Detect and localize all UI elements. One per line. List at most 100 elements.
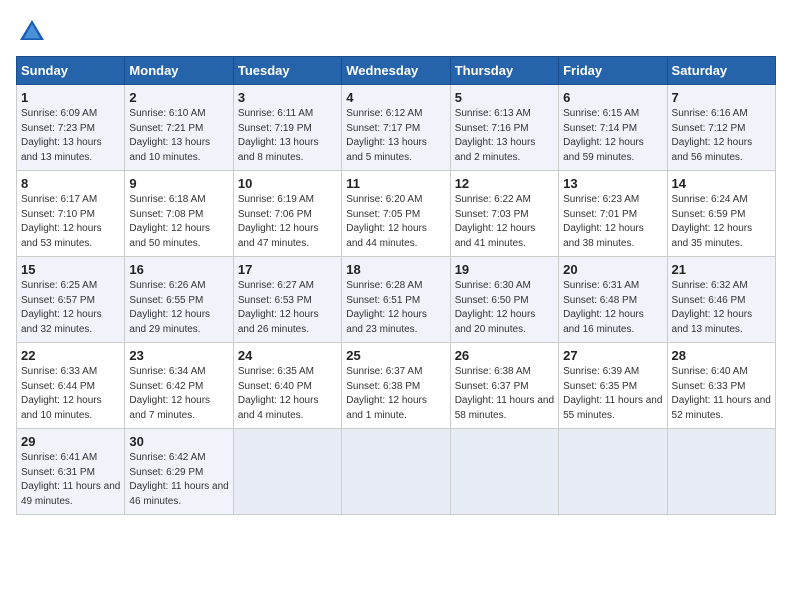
day-cell-21: 21 Sunrise: 6:32 AMSunset: 6:46 PMDayligh…: [667, 257, 775, 343]
day-number: 12: [455, 176, 554, 191]
day-cell-24: 24 Sunrise: 6:35 AMSunset: 6:40 PMDayligh…: [233, 343, 341, 429]
header-saturday: Saturday: [667, 57, 775, 85]
day-number: 27: [563, 348, 662, 363]
header-friday: Friday: [559, 57, 667, 85]
day-cell-30: 30 Sunrise: 6:42 AMSunset: 6:29 PMDayligh…: [125, 429, 233, 515]
day-detail: Sunrise: 6:28 AMSunset: 6:51 PMDaylight:…: [346, 279, 445, 337]
day-number: 11: [346, 176, 445, 191]
day-cell-13: 13Sunrise: 6:23 AMSunset: 7:01 PMDayligh…: [559, 171, 667, 257]
day-number: 17: [238, 262, 337, 277]
day-number: 1: [21, 90, 120, 105]
day-number: 5: [455, 90, 554, 105]
day-number: 24: [238, 348, 337, 363]
day-detail: Sunrise: 6:35 AMSunset: 6:40 PMDaylight:…: [238, 365, 337, 423]
day-detail: Sunrise: 6:16 AMSunset: 7:12 PMDaylight:…: [672, 107, 771, 165]
empty-cell: [667, 429, 775, 515]
day-number: 9: [129, 176, 228, 191]
day-number: 28: [672, 348, 771, 363]
day-number: 15: [21, 262, 120, 277]
day-detail: Sunrise: 6:42 AMSunset: 6:29 PMDaylight:…: [129, 451, 228, 509]
day-cell-28: 28Sunrise: 6:40 AMSunset: 6:33 PMDayligh…: [667, 343, 775, 429]
day-number: 18: [346, 262, 445, 277]
day-detail: Sunrise: 6:34 AMSunset: 6:42 PMDaylight:…: [129, 365, 228, 423]
day-cell-22: 22Sunrise: 6:33 AMSunset: 6:44 PMDayligh…: [17, 343, 125, 429]
calendar-body: 1 Sunrise: 6:09 AMSunset: 7:23 PMDaylight…: [17, 85, 776, 515]
day-number: 30: [129, 434, 228, 449]
day-detail: Sunrise: 6:13 AMSunset: 7:16 PMDaylight:…: [455, 107, 554, 165]
day-detail: Sunrise: 6:33 AMSunset: 6:44 PMDaylight:…: [21, 365, 120, 423]
header-thursday: Thursday: [450, 57, 558, 85]
day-number: 14: [672, 176, 771, 191]
day-number: 4: [346, 90, 445, 105]
day-number: 20: [563, 262, 662, 277]
header-sunday: Sunday: [17, 57, 125, 85]
day-detail: Sunrise: 6:19 AMSunset: 7:06 PMDaylight:…: [238, 193, 337, 251]
day-cell-16: 16 Sunrise: 6:26 AMSunset: 6:55 PMDayligh…: [125, 257, 233, 343]
day-detail: Sunrise: 6:15 AMSunset: 7:14 PMDaylight:…: [563, 107, 662, 165]
day-detail: Sunrise: 6:41 AMSunset: 6:31 PMDaylight:…: [21, 451, 120, 509]
day-cell-1: 1 Sunrise: 6:09 AMSunset: 7:23 PMDaylight…: [17, 85, 125, 171]
day-cell-2: 2 Sunrise: 6:10 AMSunset: 7:21 PMDaylight…: [125, 85, 233, 171]
day-cell-15: 15 Sunrise: 6:25 AMSunset: 6:57 PMDayligh…: [17, 257, 125, 343]
day-number: 3: [238, 90, 337, 105]
day-cell-14: 14 Sunrise: 6:24 AMSunset: 6:59 PMDayligh…: [667, 171, 775, 257]
day-detail: Sunrise: 6:31 AMSunset: 6:48 PMDaylight:…: [563, 279, 662, 337]
day-number: 8: [21, 176, 120, 191]
day-number: 7: [672, 90, 771, 105]
calendar-week-5: 29 Sunrise: 6:41 AMSunset: 6:31 PMDayligh…: [17, 429, 776, 515]
day-detail: Sunrise: 6:23 AMSunset: 7:01 PMDaylight:…: [563, 193, 662, 251]
day-cell-6: 6 Sunrise: 6:15 AMSunset: 7:14 PMDaylight…: [559, 85, 667, 171]
day-cell-7: 7 Sunrise: 6:16 AMSunset: 7:12 PMDaylight…: [667, 85, 775, 171]
empty-cell: [342, 429, 450, 515]
header-wednesday: Wednesday: [342, 57, 450, 85]
calendar-header: SundayMondayTuesdayWednesdayThursdayFrid…: [17, 57, 776, 85]
page-header: [16, 16, 776, 48]
day-cell-27: 27 Sunrise: 6:39 AMSunset: 6:35 PMDayligh…: [559, 343, 667, 429]
day-number: 21: [672, 262, 771, 277]
empty-cell: [450, 429, 558, 515]
day-detail: Sunrise: 6:10 AMSunset: 7:21 PMDaylight:…: [129, 107, 228, 165]
day-detail: Sunrise: 6:26 AMSunset: 6:55 PMDaylight:…: [129, 279, 228, 337]
day-cell-29: 29 Sunrise: 6:41 AMSunset: 6:31 PMDayligh…: [17, 429, 125, 515]
day-number: 23: [129, 348, 228, 363]
day-cell-23: 23 Sunrise: 6:34 AMSunset: 6:42 PMDayligh…: [125, 343, 233, 429]
day-detail: Sunrise: 6:18 AMSunset: 7:08 PMDaylight:…: [129, 193, 228, 251]
day-cell-3: 3 Sunrise: 6:11 AMSunset: 7:19 PMDaylight…: [233, 85, 341, 171]
day-detail: Sunrise: 6:20 AMSunset: 7:05 PMDaylight:…: [346, 193, 445, 251]
empty-cell: [233, 429, 341, 515]
day-cell-10: 10 Sunrise: 6:19 AMSunset: 7:06 PMDayligh…: [233, 171, 341, 257]
day-cell-11: 11 Sunrise: 6:20 AMSunset: 7:05 PMDayligh…: [342, 171, 450, 257]
day-detail: Sunrise: 6:39 AMSunset: 6:35 PMDaylight:…: [563, 365, 662, 423]
day-number: 16: [129, 262, 228, 277]
day-number: 2: [129, 90, 228, 105]
calendar-week-2: 8Sunrise: 6:17 AMSunset: 7:10 PMDaylight…: [17, 171, 776, 257]
day-cell-4: 4 Sunrise: 6:12 AMSunset: 7:17 PMDaylight…: [342, 85, 450, 171]
day-detail: Sunrise: 6:09 AMSunset: 7:23 PMDaylight:…: [21, 107, 120, 165]
day-detail: Sunrise: 6:27 AMSunset: 6:53 PMDaylight:…: [238, 279, 337, 337]
day-detail: Sunrise: 6:37 AMSunset: 6:38 PMDaylight:…: [346, 365, 445, 423]
day-detail: Sunrise: 6:32 AMSunset: 6:46 PMDaylight:…: [672, 279, 771, 337]
header-tuesday: Tuesday: [233, 57, 341, 85]
day-cell-17: 17 Sunrise: 6:27 AMSunset: 6:53 PMDayligh…: [233, 257, 341, 343]
day-cell-9: 9 Sunrise: 6:18 AMSunset: 7:08 PMDaylight…: [125, 171, 233, 257]
day-detail: Sunrise: 6:24 AMSunset: 6:59 PMDaylight:…: [672, 193, 771, 251]
day-cell-8: 8Sunrise: 6:17 AMSunset: 7:10 PMDaylight…: [17, 171, 125, 257]
day-cell-26: 26 Sunrise: 6:38 AMSunset: 6:37 PMDayligh…: [450, 343, 558, 429]
day-number: 26: [455, 348, 554, 363]
day-number: 25: [346, 348, 445, 363]
day-detail: Sunrise: 6:11 AMSunset: 7:19 PMDaylight:…: [238, 107, 337, 165]
day-cell-25: 25 Sunrise: 6:37 AMSunset: 6:38 PMDayligh…: [342, 343, 450, 429]
day-number: 10: [238, 176, 337, 191]
day-detail: Sunrise: 6:22 AMSunset: 7:03 PMDaylight:…: [455, 193, 554, 251]
day-detail: Sunrise: 6:25 AMSunset: 6:57 PMDaylight:…: [21, 279, 120, 337]
day-cell-5: 5 Sunrise: 6:13 AMSunset: 7:16 PMDaylight…: [450, 85, 558, 171]
header-monday: Monday: [125, 57, 233, 85]
day-detail: Sunrise: 6:12 AMSunset: 7:17 PMDaylight:…: [346, 107, 445, 165]
day-detail: Sunrise: 6:38 AMSunset: 6:37 PMDaylight:…: [455, 365, 554, 423]
day-number: 29: [21, 434, 120, 449]
day-number: 6: [563, 90, 662, 105]
day-cell-19: 19Sunrise: 6:30 AMSunset: 6:50 PMDayligh…: [450, 257, 558, 343]
day-cell-18: 18 Sunrise: 6:28 AMSunset: 6:51 PMDayligh…: [342, 257, 450, 343]
calendar-week-4: 22Sunrise: 6:33 AMSunset: 6:44 PMDayligh…: [17, 343, 776, 429]
logo-icon: [16, 16, 48, 48]
